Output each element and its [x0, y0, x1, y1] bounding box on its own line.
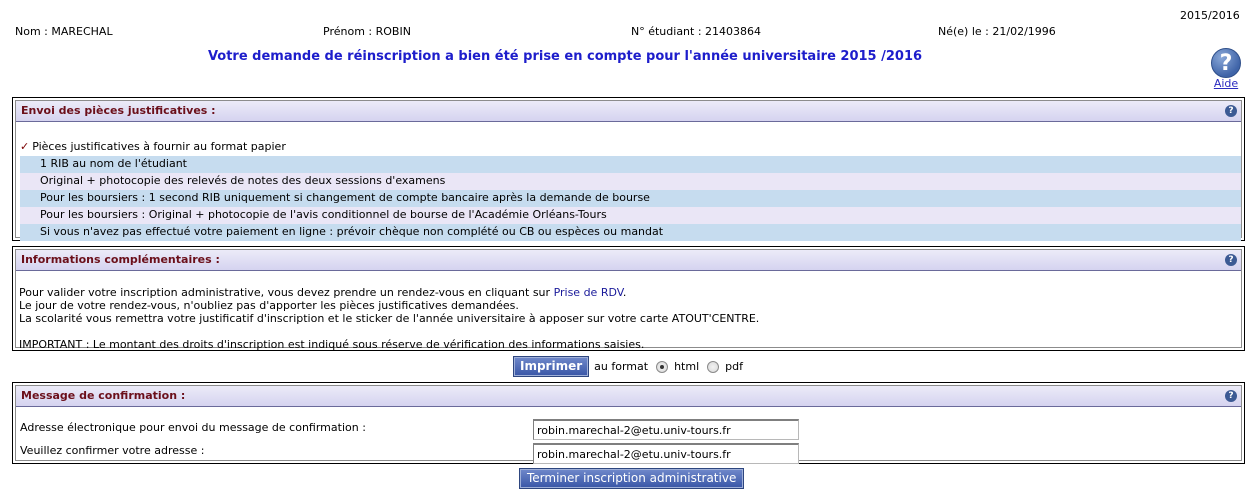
- help-button[interactable]: ? Aide: [1210, 48, 1242, 90]
- email-label: Adresse électronique pour envoi du messa…: [20, 421, 366, 434]
- question-icon[interactable]: ?: [1225, 390, 1237, 402]
- infos-line-3: La scolarité vous remettra votre justifi…: [19, 312, 760, 325]
- infos-important: IMPORTANT : Le montant des droits d'insc…: [19, 338, 645, 351]
- format-pdf-label: pdf: [725, 360, 743, 373]
- message-panel-header: Message de confirmation : ?: [16, 386, 1241, 407]
- confirmation-heading: Votre demande de réinscription a bien ét…: [207, 49, 923, 64]
- message-panel-title: Message de confirmation :: [21, 389, 186, 402]
- student-birthdate: Né(e) le : 21/02/1996: [938, 25, 1056, 38]
- print-button[interactable]: Imprimer: [512, 356, 590, 377]
- list-item: Pour les boursiers : 1 second RIB unique…: [20, 190, 1241, 207]
- finish-registration-button[interactable]: Terminer inscription administrative: [518, 468, 745, 489]
- infos-panel-title: Informations complémentaires :: [21, 253, 220, 266]
- print-format-label: au format: [594, 360, 649, 373]
- list-item: Si vous n'avez pas effectué votre paieme…: [20, 224, 1241, 241]
- infos-body: Pour valider votre inscription administr…: [19, 286, 759, 351]
- student-firstname: Prénom : ROBIN: [323, 25, 411, 38]
- question-icon[interactable]: ?: [1225, 254, 1237, 266]
- finish-area: Terminer inscription administrative: [518, 468, 745, 489]
- format-html-label: html: [674, 360, 700, 373]
- infos-line-rdv: Pour valider votre inscription administr…: [19, 286, 627, 299]
- pieces-panel: Envoi des pièces justificatives : ? ✓ Piè…: [12, 97, 1245, 241]
- format-pdf-radio[interactable]: [707, 360, 720, 373]
- help-link[interactable]: Aide: [1210, 77, 1242, 90]
- infos-panel-header: Informations complémentaires : ?: [16, 250, 1241, 271]
- student-number: N° étudiant : 21403864: [631, 25, 762, 38]
- confirm-email-label: Veuillez confirmer votre adresse :: [20, 444, 205, 457]
- help-icon[interactable]: ?: [1211, 48, 1241, 78]
- rdv-link[interactable]: Prise de RDV: [554, 286, 623, 299]
- confirm-email-field[interactable]: [533, 443, 799, 464]
- list-item: 1 RIB au nom de l'étudiant: [20, 156, 1241, 173]
- format-html-radio[interactable]: [656, 360, 669, 373]
- pieces-subtitle: ✓ Pièces justificatives à fournir au form…: [20, 140, 286, 153]
- list-item: Pour les boursiers : Original + photocop…: [20, 207, 1241, 224]
- academic-year: 2015/2016: [1180, 9, 1240, 22]
- message-panel: Message de confirmation : ? Adresse élec…: [12, 382, 1245, 464]
- infos-panel: Informations complémentaires : ? Pour va…: [12, 246, 1245, 351]
- email-field[interactable]: [533, 419, 799, 440]
- list-item: Original + photocopie des relevés de not…: [20, 173, 1241, 190]
- question-icon[interactable]: ?: [1225, 105, 1237, 117]
- pieces-panel-title: Envoi des pièces justificatives :: [21, 104, 216, 117]
- infos-line-2: Le jour de votre rendez-vous, n'oubliez …: [19, 299, 519, 312]
- checkmark-icon: ✓: [20, 140, 30, 153]
- print-bar: Imprimer au format html pdf: [512, 356, 743, 377]
- pieces-panel-header: Envoi des pièces justificatives : ?: [16, 101, 1241, 122]
- student-lastname: Nom : MARECHAL: [15, 25, 113, 38]
